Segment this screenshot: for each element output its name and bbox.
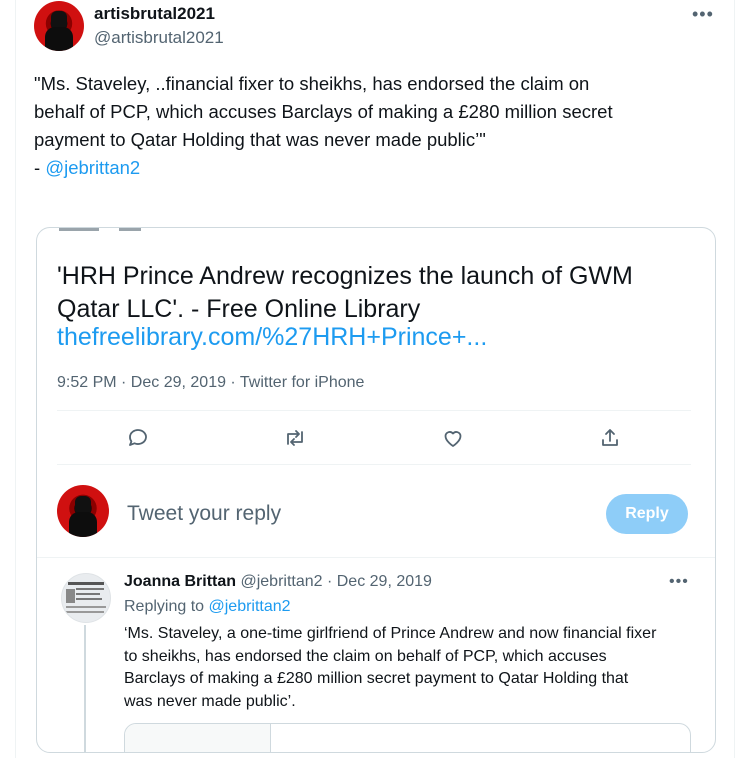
tweet-line: behalf of PCP, which accuses Barclays of… (34, 101, 613, 122)
divider (57, 410, 691, 411)
author-handle[interactable]: @artisbrutal2021 (94, 28, 224, 48)
more-options-icon[interactable]: ••• (669, 573, 689, 591)
user-avatar[interactable] (57, 485, 109, 537)
divider (57, 464, 691, 465)
reply-author-line: Joanna Brittan @jebrittan2 · Dec 29, 201… (124, 573, 432, 591)
retweet-icon[interactable] (283, 426, 309, 452)
more-options-icon[interactable]: ••• (692, 4, 714, 25)
reply-text: ‘Ms. Staveley, a one-time girlfriend of … (124, 623, 704, 713)
like-icon[interactable] (441, 426, 467, 452)
reply-line: to sheikhs, has endorsed the claim on be… (124, 647, 607, 665)
thread-line (84, 625, 86, 752)
timeline-border-left (15, 0, 16, 758)
divider (37, 557, 715, 558)
attribution-prefix: - (34, 157, 46, 178)
reply-handle-date: @jebrittan2 · Dec 29, 2019 (240, 573, 432, 590)
tweet-line: "Ms. Staveley, ..financial fixer to shei… (34, 73, 590, 94)
avatar-detail (68, 582, 104, 585)
tweet-meta: 9:52 PM · Dec 29, 2019 · Twitter for iPh… (57, 374, 365, 391)
replying-to: Replying to @jebrittan2 (124, 598, 291, 616)
tweet-text: "Ms. Staveley, ..financial fixer to shei… (34, 70, 714, 182)
avatar-detail (66, 611, 104, 613)
author-avatar[interactable] (34, 1, 84, 51)
quoted-card[interactable] (124, 723, 691, 752)
cropped-text (119, 228, 141, 231)
card-title-line: Qatar LLC'. - Free Online Library (57, 295, 421, 323)
embedded-screenshot[interactable]: 'HRH Prince Andrew recognizes the launch… (36, 227, 716, 753)
reply-icon[interactable] (126, 426, 152, 452)
card-link[interactable]: thefreelibrary.com/%27HRH+Prince+... (57, 323, 487, 352)
replying-to-link[interactable]: @jebrittan2 (209, 598, 291, 615)
replying-prefix: Replying to (124, 598, 209, 615)
avatar-figure-body (69, 512, 97, 537)
avatar-detail (76, 598, 102, 600)
cropped-text (59, 228, 99, 231)
share-icon[interactable] (598, 426, 624, 452)
tweet-attribution: - @jebrittan2 (34, 154, 714, 182)
author-name[interactable]: artisbrutal2021 (94, 4, 215, 24)
reply-line: ‘Ms. Staveley, a one-time girlfriend of … (124, 625, 657, 642)
cropped-header (59, 228, 149, 234)
reply-line: was never made public’. (124, 692, 296, 710)
avatar-detail (76, 588, 104, 590)
quoted-card-thumbnail (125, 724, 271, 752)
card-title-line: 'HRH Prince Andrew recognizes the launch… (57, 262, 633, 290)
avatar-figure-body (45, 27, 73, 51)
tweet-line: payment to Qatar Holding that was never … (34, 129, 486, 150)
reply-input[interactable]: Tweet your reply (127, 502, 281, 526)
avatar-detail (76, 593, 100, 595)
reply-author-name[interactable]: Joanna Brittan (124, 573, 236, 590)
mention-link[interactable]: @jebrittan2 (45, 157, 140, 178)
reply-author-avatar[interactable] (61, 573, 111, 623)
reply-button[interactable]: Reply (606, 494, 688, 534)
card-title: 'HRH Prince Andrew recognizes the launch… (57, 260, 707, 326)
avatar-detail (66, 606, 106, 608)
avatar-detail (66, 589, 75, 603)
reply-line: Barclays of making a £280 million secret… (124, 670, 629, 687)
timeline-border-right (734, 0, 735, 758)
